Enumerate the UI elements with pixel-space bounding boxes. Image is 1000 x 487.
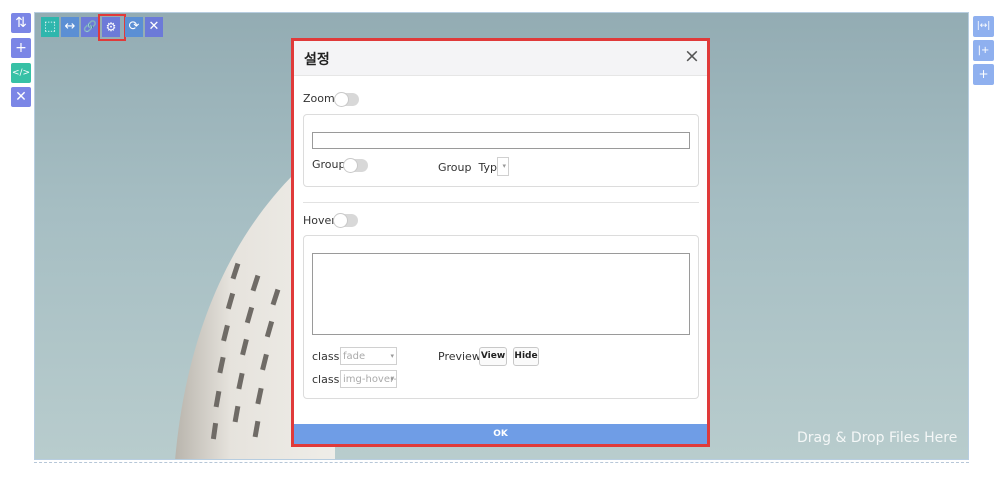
add-row-icon: + [978,67,989,81]
chevron-down-icon: ▾ [390,352,394,360]
settings-modal: 설정 × Zoom Group Group Type ▾ Hover class… [291,38,710,447]
modal-close-button[interactable]: × [684,45,700,67]
zoom-label: Zoom [303,92,335,105]
close-icon: ✕ [148,19,160,34]
view-button[interactable]: View [479,347,507,366]
class-label: class [312,350,340,363]
plus-icon: + [15,40,27,56]
refresh-icon: ⟳ [128,19,140,34]
group-type-select[interactable]: ▾ [497,157,509,176]
zoom-toggle-knob [334,92,349,107]
fit-width-button[interactable]: |↔| [973,16,994,37]
group-label: Group [312,158,346,171]
zoom-input[interactable] [312,132,690,149]
zoom-panel: Group Group Type ▾ [303,114,699,187]
hide-button[interactable]: Hide [513,347,539,366]
move-icon: ⇅ [15,15,27,31]
divider [303,202,699,203]
remove-button[interactable]: ✕ [11,87,31,107]
add-column-button[interactable]: |+ [973,40,994,61]
modal-title: 설정 [304,52,330,68]
close-toolbar-button[interactable]: ✕ [145,17,163,37]
image-icon: ⬚ [43,19,57,34]
hover-toggle-knob [333,213,348,228]
code-button[interactable]: </> [11,63,31,83]
fit-width-icon: |↔| [976,21,991,31]
editor-bottom-border [34,462,969,463]
zoom-toggle[interactable] [334,92,359,107]
close-icon: ✕ [15,89,27,105]
class-select-effect[interactable]: fade ▾ [340,347,397,365]
drop-hint: Drag & Drop Files Here [797,430,958,446]
link-icon: 🔗 [83,20,97,33]
preview-label: Preview [438,350,481,363]
class-select-hover[interactable]: img-hover-t ▾ [340,370,397,388]
chevron-down-icon: ▾ [502,162,506,170]
link-button[interactable]: 🔗 [81,17,99,37]
hover-toggle[interactable] [333,213,358,228]
hover-textarea[interactable] [312,253,690,335]
move-button[interactable]: ⇅ [11,13,31,33]
ok-button[interactable]: OK [294,424,707,444]
add-button[interactable]: + [11,38,31,58]
add-row-button[interactable]: + [973,64,994,85]
modal-header: 설정 × [294,41,707,76]
group-toggle[interactable] [343,158,368,173]
chevron-down-icon: ▾ [390,375,394,383]
settings-highlight [98,14,126,41]
code-icon: </> [11,68,31,78]
group-type-label: Group Type [438,161,504,174]
class-label-2: class [312,373,340,386]
image-button[interactable]: ⬚ [41,17,59,37]
hover-panel: class fade ▾ Preview View Hide class img-… [303,235,699,399]
hover-label: Hover [303,214,336,227]
width-icon: ↔ [64,19,76,34]
group-toggle-knob [343,158,358,173]
width-button[interactable]: ↔ [61,17,79,37]
refresh-button[interactable]: ⟳ [125,17,143,37]
add-column-icon: |+ [977,45,990,56]
